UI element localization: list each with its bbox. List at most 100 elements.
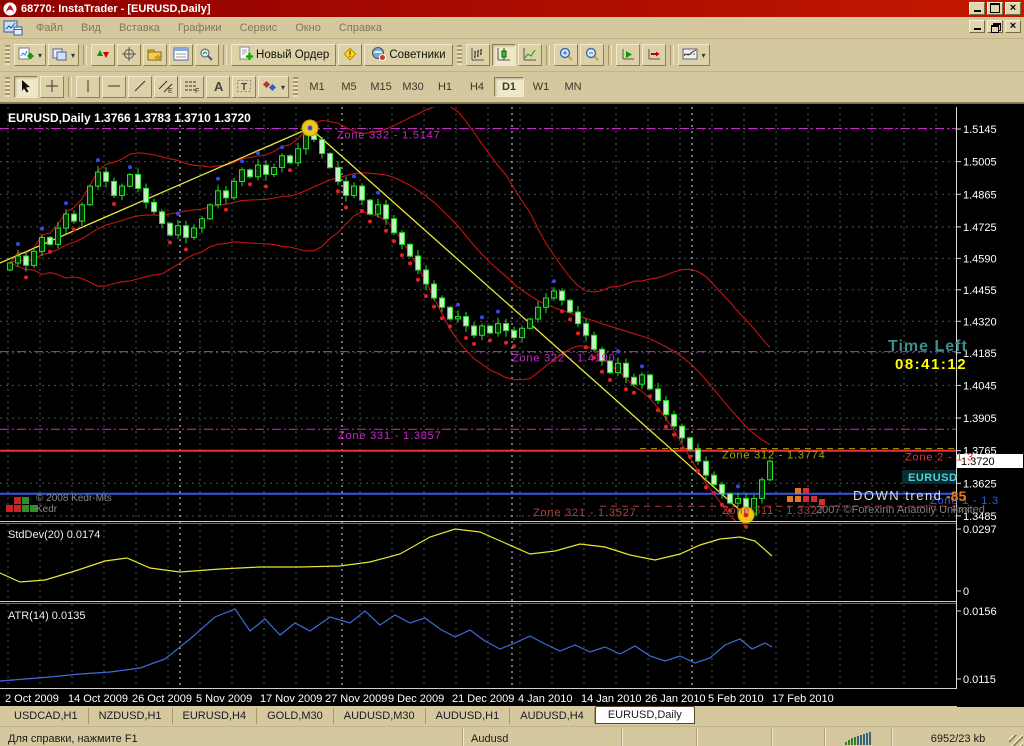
text-icon: A: [210, 78, 226, 97]
market-watch-icon: [95, 46, 111, 65]
overlay-texts: EURUSD,Daily 1.3766 1.3783 1.3710 1.3720…: [8, 111, 985, 516]
arrows-icon: [262, 78, 278, 97]
price-axis[interactable]: 1.51451.50051.48651.47251.45901.44551.43…: [956, 107, 1024, 707]
menu-charts[interactable]: Графики: [169, 19, 231, 37]
new-chart-button[interactable]: ▾: [14, 44, 46, 66]
svg-text:1.4045: 1.4045: [963, 380, 997, 392]
maximize-button[interactable]: [987, 2, 1003, 15]
toolbar-separator: [546, 45, 550, 65]
svg-text:2 Oct 2009: 2 Oct 2009: [5, 693, 59, 705]
metaeditor-icon: !: [342, 46, 358, 65]
menu-view[interactable]: Вид: [72, 19, 110, 37]
text-button[interactable]: A: [206, 76, 230, 98]
zoom-in-button[interactable]: [554, 44, 578, 66]
svg-text:9 Dec 2009: 9 Dec 2009: [388, 693, 444, 705]
toolbar-grip[interactable]: [5, 45, 10, 65]
tester-button[interactable]: [195, 44, 219, 66]
tab-nzdusd-h1[interactable]: NZDUSD,H1: [89, 708, 173, 724]
tab-gold-m30[interactable]: GOLD,M30: [257, 708, 334, 724]
terminal-button[interactable]: [169, 44, 193, 66]
dropdown-arrow-icon: ▾: [702, 51, 706, 60]
dot-matrix-squares: [6, 488, 825, 512]
fibonacci-icon: F: [184, 78, 200, 97]
timeframe-m5[interactable]: M5: [334, 77, 364, 97]
line-chart-button[interactable]: [518, 44, 542, 66]
timeframe-m30[interactable]: M30: [398, 77, 428, 97]
zoom-out-button[interactable]: [580, 44, 604, 66]
trendline-button[interactable]: [128, 76, 152, 98]
text-label-button[interactable]: T: [232, 76, 256, 98]
tab-eurusd-h4[interactable]: EURUSD,H4: [173, 708, 258, 724]
candlestick-button[interactable]: [492, 44, 516, 66]
menu-service[interactable]: Сервис: [231, 19, 287, 37]
metaeditor-button[interactable]: !: [338, 44, 362, 66]
svg-text:F: F: [195, 88, 199, 94]
vertical-line-icon: [80, 78, 96, 97]
ohlc-header: EURUSD,Daily 1.3766 1.3783 1.3710 1.3720: [8, 111, 251, 125]
toolbar-drawing: E F A T ▾ M1 M5 M15 M30 H1 H4 D1 W1 MN: [0, 72, 1024, 103]
svg-text:0.0156: 0.0156: [963, 606, 997, 618]
menu-help[interactable]: Справка: [330, 19, 391, 37]
tab-audusd-h4[interactable]: AUDUSD,H4: [510, 708, 595, 724]
toolbar-grip[interactable]: [457, 45, 462, 65]
advisors-label: Советники: [389, 49, 445, 61]
toolbar-grip[interactable]: [293, 77, 298, 97]
timeframe-mn[interactable]: MN: [558, 77, 588, 97]
indicators-button[interactable]: ▾: [678, 44, 710, 66]
svg-text:StdDev(20) 0.0174: StdDev(20) 0.0174: [8, 529, 100, 541]
svg-text:27 Nov 2009: 27 Nov 2009: [325, 693, 387, 705]
status-traffic: 6952/23 kb: [892, 727, 1024, 746]
bar-chart-button[interactable]: [466, 44, 490, 66]
timeframe-h1[interactable]: H1: [430, 77, 460, 97]
arrows-button[interactable]: ▾: [258, 76, 289, 98]
channel-button[interactable]: E: [154, 76, 178, 98]
autoscroll-button[interactable]: [616, 44, 640, 66]
resize-grip[interactable]: [1009, 735, 1023, 746]
data-window-button[interactable]: [117, 44, 141, 66]
fibonacci-button[interactable]: F: [180, 76, 204, 98]
minimize-button[interactable]: [969, 2, 985, 15]
toolbar-grip[interactable]: [5, 77, 10, 97]
market-watch-button[interactable]: [91, 44, 115, 66]
date-axis[interactable]: 2 Oct 200914 Oct 200926 Oct 20095 Nov 20…: [5, 693, 834, 705]
tab-usdcad-h1[interactable]: USDCAD,H1: [4, 708, 89, 724]
chart-canvas[interactable]: StdDev(20) 0.0174 ATR(14) 0.0135 1.51451.5…: [0, 107, 1024, 707]
svg-text:!: !: [349, 49, 352, 59]
child-restore-button[interactable]: [987, 20, 1003, 33]
toolbar-separator: [68, 77, 72, 97]
horizontal-line-button[interactable]: [102, 76, 126, 98]
timeframe-w1[interactable]: W1: [526, 77, 556, 97]
new-order-button[interactable]: Новый Ордер: [231, 44, 336, 66]
child-close-button[interactable]: ×: [1005, 20, 1021, 33]
toolbar-separator: [223, 45, 227, 65]
menu-file[interactable]: Файл: [27, 19, 72, 37]
timeframe-h4[interactable]: H4: [462, 77, 492, 97]
menu-window[interactable]: Окно: [286, 19, 330, 37]
timeframe-d1[interactable]: D1: [494, 77, 524, 97]
toolbar-separator: [608, 45, 612, 65]
advisors-button[interactable]: Советники: [364, 44, 452, 66]
text-label-icon: T: [236, 78, 252, 97]
tab-audusd-h1[interactable]: AUDUSD,H1: [426, 708, 511, 724]
profiles-button[interactable]: ▾: [48, 44, 79, 66]
application-window: 68770: InstaTrader - [EURUSD,Daily] × Фа…: [0, 0, 1024, 746]
tab-eurusd-daily[interactable]: EURUSD,Daily: [595, 706, 695, 724]
svg-text:14 Jan 2010: 14 Jan 2010: [581, 693, 642, 705]
zone-312-label: Zone 312 - 1.3774: [722, 450, 826, 462]
timeframe-m1[interactable]: M1: [302, 77, 332, 97]
chart-shift-button[interactable]: [642, 44, 666, 66]
navigator-button[interactable]: ★: [143, 44, 167, 66]
chart-area[interactable]: StdDev(20) 0.0174 ATR(14) 0.0135 1.51451.5…: [0, 103, 1024, 706]
timeframe-m15[interactable]: M15: [366, 77, 396, 97]
svg-text:1.4185: 1.4185: [963, 348, 997, 360]
cursor-button[interactable]: [14, 76, 38, 98]
vertical-line-button[interactable]: [76, 76, 100, 98]
svg-text:ATR(14) 0.0135: ATR(14) 0.0135: [8, 610, 85, 622]
crosshair-button[interactable]: [40, 76, 64, 98]
svg-text:★: ★: [154, 53, 162, 62]
menu-insert[interactable]: Вставка: [110, 19, 169, 37]
child-minimize-button[interactable]: [969, 20, 985, 33]
close-button[interactable]: ×: [1005, 2, 1021, 15]
tab-audusd-m30[interactable]: AUDUSD,M30: [334, 708, 426, 724]
advisors-icon: [371, 46, 387, 65]
